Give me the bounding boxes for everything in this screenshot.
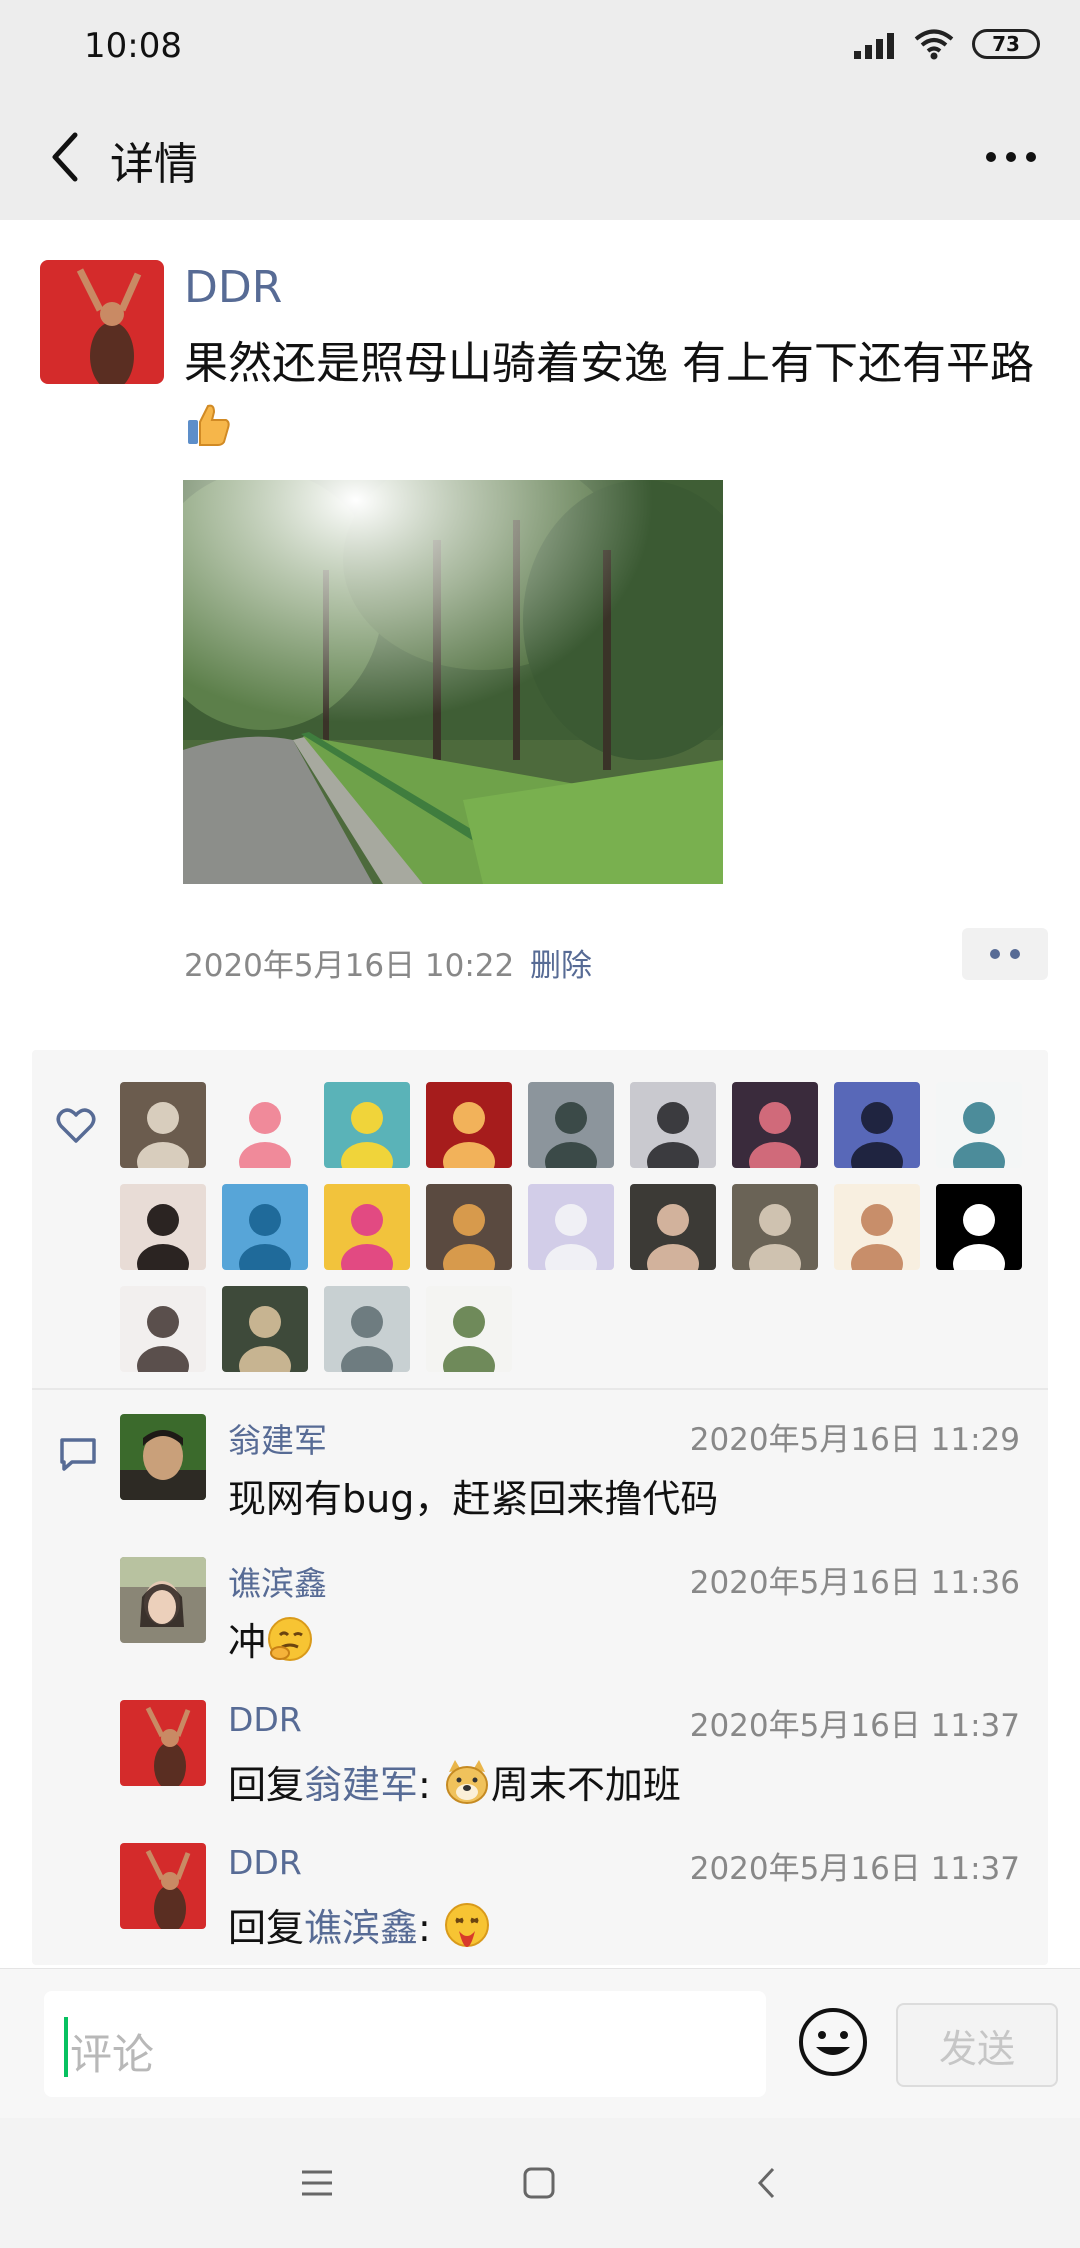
comment-item[interactable]: DDR 2020年5月16日 11:37 回复翁建军: 周末不加班 xyxy=(120,1700,1020,1830)
like-avatar[interactable] xyxy=(936,1184,1022,1270)
like-avatar[interactable] xyxy=(324,1184,410,1270)
comment-timestamp: 2020年5月16日 11:37 xyxy=(689,1708,1020,1744)
commenter-name[interactable]: 翁建军 xyxy=(228,1414,327,1462)
like-avatar[interactable] xyxy=(528,1184,614,1270)
reply-separator: : xyxy=(418,1906,443,1950)
commenter-avatar[interactable] xyxy=(120,1557,206,1643)
heart-icon xyxy=(56,1108,96,1143)
comment-text: 回复谯滨鑫: xyxy=(228,1897,491,1958)
delete-button[interactable]: 删除 xyxy=(530,940,592,985)
commenter-avatar[interactable] xyxy=(120,1700,206,1786)
vomit-face-icon xyxy=(443,1901,491,1958)
post-author-name[interactable]: DDR xyxy=(184,262,282,313)
like-avatar[interactable] xyxy=(630,1184,716,1270)
back-button[interactable] xyxy=(30,122,100,192)
nav-home-button[interactable] xyxy=(514,2158,564,2208)
like-avatar[interactable] xyxy=(222,1184,308,1270)
system-nav-bar xyxy=(0,2118,1080,2248)
status-time: 10:08 xyxy=(84,26,182,66)
comment-text: 现网有bug，赶紧回来撸代码 xyxy=(228,1477,719,1521)
post-author-avatar[interactable] xyxy=(40,260,164,384)
status-icons: 73 xyxy=(854,28,1040,60)
commenter-name[interactable]: DDR xyxy=(228,1700,302,1739)
home-square-icon xyxy=(523,2167,555,2199)
commenter-avatar[interactable] xyxy=(120,1843,206,1929)
like-avatar[interactable] xyxy=(426,1184,512,1270)
back-arrow-icon xyxy=(52,132,78,182)
like-avatar[interactable] xyxy=(324,1082,410,1168)
comment-input-placeholder: 评论 xyxy=(70,2030,155,2079)
action-dot xyxy=(990,949,1000,959)
like-avatar[interactable] xyxy=(324,1286,410,1372)
wifi-icon xyxy=(914,29,954,60)
reply-separator: : xyxy=(418,1763,443,1807)
comment-item[interactable]: 谯滨鑫 2020年5月16日 11:36 冲 xyxy=(120,1557,1020,1687)
more-button[interactable] xyxy=(976,122,1046,192)
post-timestamp: 2020年5月16日 10:22 xyxy=(184,948,515,984)
commenter-avatar[interactable] xyxy=(120,1414,206,1500)
comment-timestamp: 2020年5月16日 11:36 xyxy=(689,1565,1020,1601)
like-avatar[interactable] xyxy=(732,1082,818,1168)
likes-section xyxy=(32,1050,1048,1388)
like-avatar[interactable] xyxy=(732,1184,818,1270)
header: 详情 xyxy=(0,96,1080,220)
like-avatar[interactable] xyxy=(936,1082,1022,1168)
comment-input[interactable]: 评论 xyxy=(44,1991,766,2097)
reply-target-name[interactable]: 谯滨鑫 xyxy=(304,1906,418,1950)
battery-icon: 73 xyxy=(972,29,1040,59)
more-dots-icon xyxy=(986,152,1036,162)
nav-back-button[interactable] xyxy=(742,2158,792,2208)
reply-prefix: 回复 xyxy=(228,1906,305,1950)
thinking-face-icon xyxy=(266,1615,314,1672)
like-avatar[interactable] xyxy=(528,1082,614,1168)
emoji-button[interactable] xyxy=(796,2005,870,2079)
comment-item[interactable]: 翁建军 2020年5月16日 11:29 现网有bug，赶紧回来撸代码 xyxy=(120,1414,1020,1544)
comment-input-bar: 评论 发送 xyxy=(0,1968,1080,2118)
status-bar: 10:08 73 xyxy=(0,0,1080,96)
send-button[interactable]: 发送 xyxy=(896,2003,1058,2087)
signal-icon xyxy=(854,29,896,59)
like-avatar[interactable] xyxy=(426,1286,512,1372)
page-title: 详情 xyxy=(110,139,198,190)
like-avatar[interactable] xyxy=(222,1286,308,1372)
like-avatar[interactable] xyxy=(426,1082,512,1168)
comment-text: 冲 xyxy=(228,1611,314,1672)
commenter-name[interactable]: DDR xyxy=(228,1843,302,1882)
comment-text-content: 冲 xyxy=(228,1620,267,1664)
reply-prefix: 回复 xyxy=(228,1763,305,1807)
like-avatar[interactable] xyxy=(120,1082,206,1168)
thumbs-up-icon xyxy=(184,400,232,466)
post-text: 果然还是照母山骑着安逸 有上有下还有平路 xyxy=(184,332,1044,466)
comment-text: 回复翁建军: 周末不加班 xyxy=(228,1754,681,1815)
action-dot xyxy=(1010,949,1020,959)
like-avatar[interactable] xyxy=(222,1082,308,1168)
comment-item[interactable]: DDR 2020年5月16日 11:37 回复谯滨鑫: xyxy=(120,1843,1020,1973)
interaction-panel: 翁建军 2020年5月16日 11:29 现网有bug，赶紧回来撸代码 谯滨鑫 … xyxy=(32,1050,1048,1965)
post-text-content: 果然还是照母山骑着安逸 有上有下还有平路 xyxy=(184,338,1034,389)
comment-text-content: 周末不加班 xyxy=(490,1763,681,1807)
like-avatar[interactable] xyxy=(834,1082,920,1168)
post-actions-button[interactable] xyxy=(962,928,1048,980)
comment-timestamp: 2020年5月16日 11:37 xyxy=(689,1851,1020,1887)
commenter-name[interactable]: 谯滨鑫 xyxy=(228,1557,327,1605)
divider xyxy=(32,1388,1048,1390)
smiley-icon xyxy=(799,2008,867,2076)
like-avatar[interactable] xyxy=(834,1184,920,1270)
reply-target-name[interactable]: 翁建军 xyxy=(304,1763,418,1807)
like-avatar[interactable] xyxy=(120,1184,206,1270)
comment-bubble-icon xyxy=(60,1438,96,1471)
like-avatar[interactable] xyxy=(120,1286,206,1372)
post-photo[interactable] xyxy=(183,480,723,884)
text-caret xyxy=(64,2017,68,2077)
nav-menu-button[interactable] xyxy=(292,2158,342,2208)
doge-icon xyxy=(443,1758,491,1815)
comment-timestamp: 2020年5月16日 11:29 xyxy=(689,1422,1020,1458)
nav-back-icon xyxy=(757,2167,775,2199)
like-avatar[interactable] xyxy=(630,1082,716,1168)
menu-icon xyxy=(302,2170,332,2196)
